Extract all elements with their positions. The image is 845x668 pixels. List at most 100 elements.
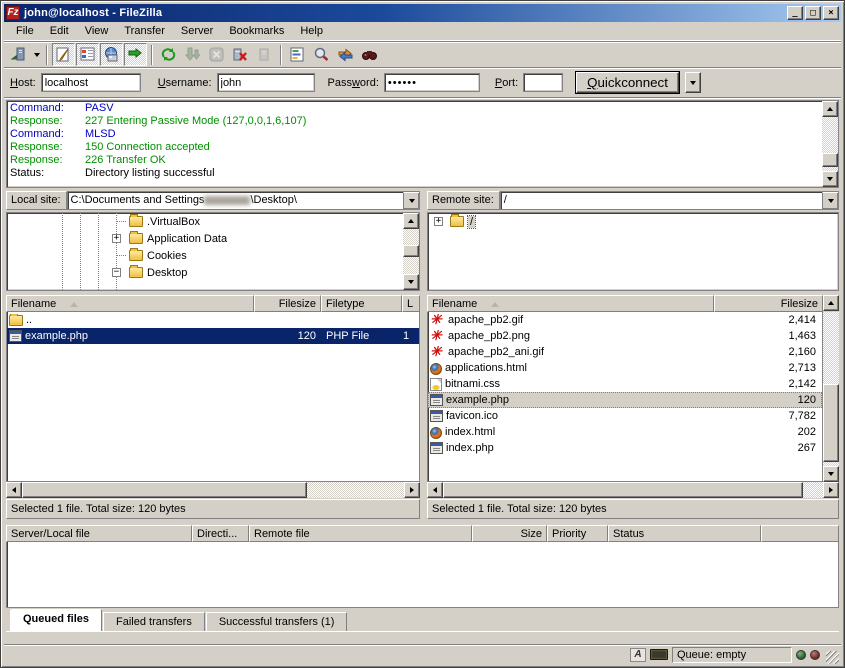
column-header-priority[interactable]: Priority bbox=[547, 525, 608, 542]
toggle-message-log-button[interactable] bbox=[52, 43, 75, 66]
column-header-status[interactable]: Status bbox=[608, 525, 761, 542]
local-tree-body[interactable]: .VirtualBox + Application Data Cookies − bbox=[7, 213, 403, 290]
menu-view[interactable]: View bbox=[77, 23, 117, 39]
scroll-thumb[interactable] bbox=[823, 384, 839, 462]
quickconnect-button[interactable]: Quickconnect bbox=[576, 72, 679, 93]
cancel-operation-button[interactable] bbox=[205, 43, 228, 66]
process-queue-button[interactable] bbox=[181, 43, 204, 66]
speed-limits-icon[interactable] bbox=[650, 649, 668, 660]
tab-failed-transfers[interactable]: Failed transfers bbox=[103, 612, 205, 631]
remote-site-path[interactable]: / bbox=[501, 192, 822, 209]
tree-item[interactable]: + / bbox=[428, 213, 838, 230]
filter-button[interactable] bbox=[286, 43, 309, 66]
file-row[interactable]: index.php267 bbox=[428, 440, 822, 456]
tab-queued-files[interactable]: Queued files bbox=[10, 609, 102, 631]
scroll-thumb[interactable] bbox=[403, 245, 419, 257]
scroll-thumb[interactable] bbox=[22, 482, 307, 498]
scroll-right-button[interactable] bbox=[404, 482, 420, 498]
file-row[interactable]: index.html202 bbox=[428, 424, 822, 440]
remote-site-label: Remote site: bbox=[427, 191, 500, 210]
remote-vertical-scrollbar[interactable] bbox=[823, 312, 839, 482]
expand-icon[interactable]: + bbox=[434, 217, 443, 226]
menu-edit[interactable]: Edit bbox=[42, 23, 77, 39]
minimize-button[interactable]: _ bbox=[787, 6, 803, 20]
message-log-lines[interactable]: Command:PASV Response:227 Entering Passi… bbox=[7, 101, 822, 187]
file-row[interactable]: apache_pb2_ani.gif2,160 bbox=[428, 344, 822, 360]
scroll-left-button[interactable] bbox=[6, 482, 22, 498]
site-manager-button[interactable] bbox=[7, 43, 30, 66]
expand-icon[interactable]: + bbox=[112, 234, 121, 243]
remote-horizontal-scrollbar[interactable] bbox=[427, 482, 839, 498]
tree-item[interactable]: + Application Data bbox=[7, 230, 403, 247]
close-button[interactable]: × bbox=[823, 6, 839, 20]
scroll-down-button[interactable] bbox=[823, 466, 839, 482]
local-site-path[interactable]: C:\Documents and Settings\Desktop\ bbox=[68, 192, 403, 209]
file-row[interactable]: favicon.ico7,782 bbox=[428, 408, 822, 424]
remote-site-dropdown-button[interactable] bbox=[822, 192, 838, 209]
refresh-button[interactable] bbox=[157, 43, 180, 66]
title-bar[interactable]: Fz john@localhost - FileZilla _ □ × bbox=[4, 4, 841, 22]
scroll-thumb[interactable] bbox=[822, 153, 838, 167]
site-manager-dropdown[interactable] bbox=[31, 43, 42, 66]
menu-transfer[interactable]: Transfer bbox=[116, 23, 173, 39]
tree-item[interactable]: − Desktop bbox=[7, 264, 403, 281]
file-row[interactable]: apache_pb2.png1,463 bbox=[428, 328, 822, 344]
quickconnect-dropdown[interactable] bbox=[685, 72, 701, 93]
maximize-button[interactable]: □ bbox=[805, 6, 821, 20]
resize-grip[interactable] bbox=[826, 651, 839, 664]
column-header-remote-file[interactable]: Remote file bbox=[249, 525, 472, 542]
column-header-filename[interactable]: Filename bbox=[6, 295, 254, 312]
collapse-icon[interactable]: − bbox=[112, 268, 121, 277]
file-row[interactable]: example.php 120 PHP File 1 bbox=[7, 328, 419, 344]
scroll-up-button[interactable] bbox=[822, 101, 838, 117]
tree-item[interactable]: Cookies bbox=[7, 247, 403, 264]
toggle-remote-tree-button[interactable] bbox=[100, 43, 123, 66]
column-header-direction[interactable]: Directi... bbox=[192, 525, 249, 542]
column-header-lastmodified[interactable]: L bbox=[402, 295, 420, 312]
remote-site-combo[interactable]: / bbox=[500, 191, 839, 210]
column-header-filesize[interactable]: Filesize bbox=[714, 295, 823, 312]
file-row[interactable]: bitnami.css2,142 bbox=[428, 376, 822, 392]
scroll-thumb[interactable] bbox=[443, 482, 803, 498]
file-row[interactable]: example.php120 bbox=[428, 392, 822, 408]
scroll-down-button[interactable] bbox=[403, 274, 419, 290]
file-row[interactable]: applications.html2,713 bbox=[428, 360, 822, 376]
find-files-button[interactable] bbox=[358, 43, 381, 66]
remote-tree-body[interactable]: + / bbox=[428, 213, 838, 290]
scroll-right-button[interactable] bbox=[823, 482, 839, 498]
scroll-up-button[interactable] bbox=[823, 295, 839, 311]
column-header-filetype[interactable]: Filetype bbox=[321, 295, 402, 312]
password-input[interactable] bbox=[384, 73, 480, 92]
log-vertical-scrollbar[interactable] bbox=[822, 101, 838, 187]
column-header-filename[interactable]: Filename bbox=[427, 295, 714, 312]
scroll-down-button[interactable] bbox=[822, 171, 838, 187]
username-input[interactable] bbox=[217, 73, 315, 92]
file-row[interactable]: .. bbox=[7, 312, 419, 328]
scroll-up-button[interactable] bbox=[403, 213, 419, 229]
file-row[interactable]: apache_pb2.gif2,414 bbox=[428, 312, 822, 328]
local-horizontal-scrollbar[interactable] bbox=[6, 482, 420, 498]
scroll-left-button[interactable] bbox=[427, 482, 443, 498]
menu-help[interactable]: Help bbox=[292, 23, 331, 39]
directory-comparison-button[interactable] bbox=[310, 43, 333, 66]
tab-successful-transfers[interactable]: Successful transfers (1) bbox=[206, 612, 348, 631]
disconnect-button[interactable] bbox=[229, 43, 252, 66]
menu-file[interactable]: File bbox=[8, 23, 42, 39]
column-header-filesize[interactable]: Filesize bbox=[254, 295, 321, 312]
data-type-indicator-icon[interactable]: A bbox=[630, 648, 646, 662]
tree-item[interactable]: .VirtualBox bbox=[7, 213, 403, 230]
menu-server[interactable]: Server bbox=[173, 23, 221, 39]
synchronized-browsing-button[interactable] bbox=[334, 43, 357, 66]
toggle-queue-button[interactable] bbox=[124, 43, 147, 66]
queue-body[interactable] bbox=[6, 542, 839, 608]
column-header-server-local-file[interactable]: Server/Local file bbox=[6, 525, 192, 542]
local-site-combo[interactable]: C:\Documents and Settings\Desktop\ bbox=[67, 191, 420, 210]
menu-bookmarks[interactable]: Bookmarks bbox=[221, 23, 292, 39]
port-input[interactable] bbox=[523, 73, 563, 92]
toggle-local-tree-button[interactable] bbox=[76, 43, 99, 66]
reconnect-button[interactable] bbox=[253, 43, 276, 66]
column-header-size[interactable]: Size bbox=[472, 525, 547, 542]
host-input[interactable] bbox=[41, 73, 141, 92]
local-site-dropdown-button[interactable] bbox=[403, 192, 419, 209]
local-tree-scrollbar[interactable] bbox=[403, 213, 419, 290]
